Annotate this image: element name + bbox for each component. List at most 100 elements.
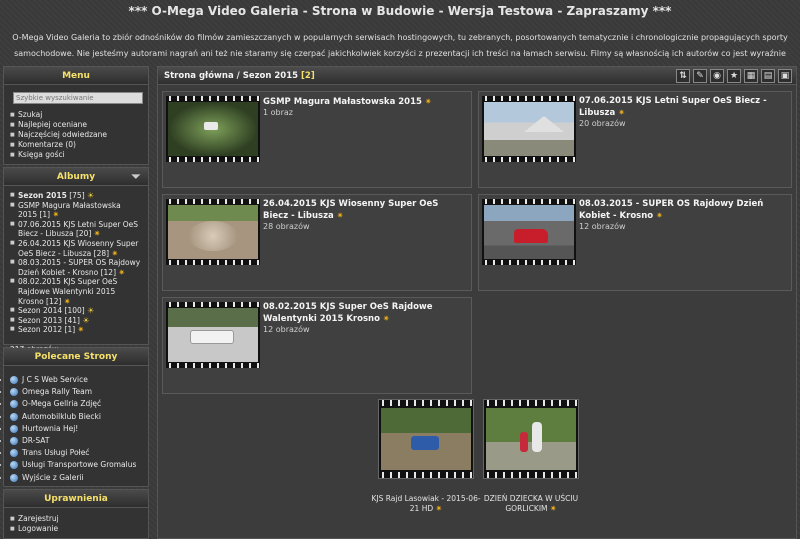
link-omega-gallery[interactable]: O-Mega Gellria Zdjęć <box>10 398 142 410</box>
album-thumbnail[interactable] <box>166 302 260 368</box>
new-icon: ✷ <box>549 504 557 513</box>
clip-thumbnail[interactable] <box>483 399 579 479</box>
register-link[interactable]: Zarejestruj <box>10 514 142 524</box>
new-icon: ✷ <box>118 267 126 277</box>
main-content: Strona główna / Sezon 2015 [2] ⇅ ✎ ◉ ★ ▦… <box>157 66 797 539</box>
clip-caption[interactable]: DZIEŃ DZIECKA W UŚCIU GORLICKIM ✷ <box>473 494 589 514</box>
grid-icon[interactable]: ▦ <box>744 69 758 83</box>
new-icon: ✷ <box>77 325 85 335</box>
album-meta: 20 obrazów <box>579 119 626 128</box>
new-icon: ✷ <box>111 248 119 258</box>
new-icon: ✷ <box>656 211 663 220</box>
globe-icon <box>10 424 18 433</box>
link-hurtownia[interactable]: Hurtownia Hej! <box>10 423 142 435</box>
menu-item-most-viewed[interactable]: Najczęściej odwiedzane <box>10 130 142 140</box>
globe-icon <box>10 449 18 458</box>
link-omega-rally-team[interactable]: Omega Rally Team <box>10 386 142 398</box>
clip-thumbnail[interactable] <box>378 399 474 479</box>
new-icon: ✷ <box>424 97 432 106</box>
menu-item-search[interactable]: Szukaj <box>10 110 142 120</box>
slideshow-icon[interactable]: ▣ <box>778 69 792 83</box>
album-tree-item[interactable]: 07.06.2015 KJS Letni Super OeS Biecz - L… <box>10 220 142 239</box>
globe-icon <box>10 437 18 446</box>
breadcrumb: Strona główna / Sezon 2015 [2] ⇅ ✎ ◉ ★ ▦… <box>158 67 796 85</box>
album-meta: 1 obraz <box>263 108 293 117</box>
link-jcs-web-service[interactable]: J C S Web Service <box>10 374 142 386</box>
sidebar: Menu Szukaj Najlepiej oceniane Najczęści… <box>3 66 149 539</box>
album-count: [2] <box>301 71 315 81</box>
album-title[interactable]: 08.03.2015 - SUPER OS Rajdowy Dzień Kobi… <box>579 199 785 222</box>
album-tree-sezon-2015[interactable]: Sezon 2015 [75] ☀ <box>10 191 142 201</box>
link-exit-gallery[interactable]: Wyjście z Galerii <box>10 472 142 484</box>
album-thumbnail[interactable] <box>166 96 260 162</box>
globe-icon <box>10 461 18 470</box>
album-card[interactable]: 26.04.2015 KJS Wiosenny Super OeS Biecz … <box>162 194 472 291</box>
album-thumbnail[interactable] <box>482 96 576 162</box>
globe-icon <box>10 412 18 421</box>
album-tree-item[interactable]: GSMP Magura Małastowska 2015 [1] ✷ <box>10 201 142 220</box>
sun-icon: ☀ <box>87 306 95 316</box>
calendar-icon[interactable]: ▤ <box>761 69 775 83</box>
camera-icon[interactable]: ◉ <box>710 69 724 83</box>
recommended-block: Polecane Strony J C S Web Service Omega … <box>3 347 149 487</box>
video-clip[interactable]: KJS Rajd Lasowiak - 2015-06-21 HD ✷ <box>371 399 481 513</box>
album-card[interactable]: GSMP Magura Małastowska 2015 ✷ 1 obraz <box>162 91 472 188</box>
permissions-title: Uprawnienia <box>4 490 148 508</box>
quick-search-input[interactable] <box>13 92 143 104</box>
albums-title-text: Albumy <box>56 172 96 182</box>
album-tree-item[interactable]: 08.02.2015 KJS Super OeS Rajdowe Walenty… <box>10 277 142 306</box>
album-title[interactable]: GSMP Magura Małastowska 2015 ✷ <box>263 96 465 108</box>
link-trans-uslugi[interactable]: Trans Usługi Połeć <box>10 447 142 459</box>
link-gromalus[interactable]: Usługi Transportowe Gromalus <box>10 459 142 471</box>
album-thumbnail[interactable] <box>482 199 576 265</box>
album-tree-item[interactable]: 26.04.2015 KJS Wiosenny Super OeS Biecz … <box>10 239 142 258</box>
album-meta: 28 obrazów <box>263 222 310 231</box>
link-automobilklub[interactable]: Automobilklub Biecki <box>10 411 142 423</box>
album-thumbnail[interactable] <box>166 199 260 265</box>
globe-icon <box>10 473 18 482</box>
new-icon: ✷ <box>52 210 60 220</box>
menu-item-comments[interactable]: Komentarze (0) <box>10 140 142 150</box>
album-tree-item[interactable]: 08.03.2015 - SUPER OS Rajdowy Dzień Kobi… <box>10 258 142 277</box>
new-icon: ✷ <box>63 296 71 306</box>
album-title[interactable]: 08.02.2015 KJS Super OeS Rajdowe Walenty… <box>263 302 465 325</box>
new-icon: ✷ <box>618 108 625 117</box>
site-title: *** O-Mega Video Galeria - Strona w Budo… <box>128 4 672 18</box>
album-title[interactable]: 07.06.2015 KJS Letni Super OeS Biecz - L… <box>579 96 785 119</box>
album-meta: 12 obrazów <box>263 325 310 334</box>
recommended-title: Polecane Strony <box>4 348 148 366</box>
albums-title: Albumy ⏷ <box>4 168 148 186</box>
new-icon: ✷ <box>435 504 443 513</box>
album-tree-sezon-2013[interactable]: Sezon 2013 [41] ☀ <box>10 316 142 326</box>
login-link[interactable]: Logowanie <box>10 524 142 534</box>
edit-icon[interactable]: ✎ <box>693 69 707 83</box>
menu-block: Menu Szukaj Najlepiej oceniane Najczęści… <box>3 66 149 165</box>
globe-icon <box>10 400 18 409</box>
album-card[interactable]: 08.02.2015 KJS Super OeS Rajdowe Walenty… <box>162 297 472 394</box>
album-card[interactable]: 07.06.2015 KJS Letni Super OeS Biecz - L… <box>478 91 792 188</box>
breadcrumb-text[interactable]: Strona główna / Sezon 2015 <box>164 71 298 81</box>
video-clip[interactable]: DZIEŃ DZIECKA W UŚCIU GORLICKIM ✷ <box>483 399 579 513</box>
album-tree-sezon-2012[interactable]: Sezon 2012 [1] ✷ <box>10 325 142 335</box>
sun-icon: ☀ <box>82 315 90 325</box>
globe-icon <box>10 388 18 397</box>
album-card[interactable]: 08.03.2015 - SUPER OS Rajdowy Dzień Kobi… <box>478 194 792 291</box>
clip-caption[interactable]: KJS Rajd Lasowiak - 2015-06-21 HD ✷ <box>368 494 484 514</box>
star-icon[interactable]: ★ <box>727 69 741 83</box>
sort-icon[interactable]: ⇅ <box>676 69 690 83</box>
album-tree-sezon-2014[interactable]: Sezon 2014 [100] ☀ <box>10 306 142 316</box>
menu-item-guestbook[interactable]: Księga gości <box>10 150 142 160</box>
new-icon: ✷ <box>93 229 101 239</box>
globe-icon <box>10 376 18 384</box>
albums-block: Albumy ⏷ Sezon 2015 [75] ☀ GSMP Magura M… <box>3 167 149 354</box>
new-icon: ✷ <box>382 314 390 323</box>
album-title[interactable]: 26.04.2015 KJS Wiosenny Super OeS Biecz … <box>263 199 465 222</box>
link-dr-sat[interactable]: DR-SAT <box>10 435 142 447</box>
new-icon: ✷ <box>336 211 344 220</box>
sun-icon: ☀ <box>87 191 95 200</box>
filter-icon[interactable]: ⏷ <box>130 171 142 183</box>
menu-item-top-rated[interactable]: Najlepiej oceniane <box>10 120 142 130</box>
toolbar: ⇅ ✎ ◉ ★ ▦ ▤ ▣ <box>676 69 792 83</box>
permissions-block: Uprawnienia Zarejestruj Logowanie <box>3 489 149 539</box>
album-meta: 12 obrazów <box>579 222 626 231</box>
